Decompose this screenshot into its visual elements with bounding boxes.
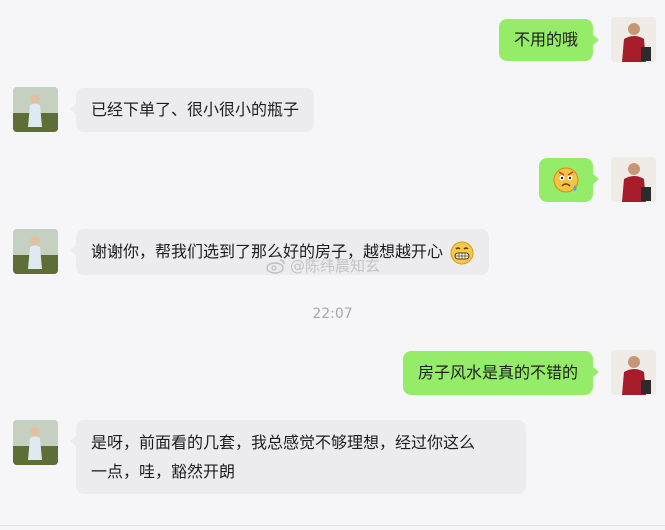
message-text: 不用的哦 bbox=[513, 30, 578, 49]
message-row: 是呀，前面看的几套，我总感觉不够理想，经过你这么 一点，哇，豁然开朗 bbox=[0, 420, 665, 494]
message-bubble[interactable]: 房子风水是真的不错的 bbox=[402, 351, 600, 395]
divider bbox=[0, 525, 665, 526]
message-bubble[interactable]: 不用的哦 bbox=[498, 19, 600, 61]
message-text: 已经下单了、很小很小的瓶子 bbox=[91, 100, 300, 119]
sticker-face-icon bbox=[553, 167, 579, 193]
avatar[interactable] bbox=[13, 420, 58, 465]
watermark-text: @陈纬晨知玄 bbox=[290, 257, 381, 275]
weibo-logo-icon bbox=[266, 258, 285, 274]
message-row bbox=[0, 157, 665, 203]
message-text-line: 是呀，前面看的几套，我总感觉不够理想，经过你这么 bbox=[91, 433, 476, 452]
message-row: 已经下单了、很小很小的瓶子 bbox=[0, 87, 665, 133]
chat-area: 不用的哦 已经下单了、很小很小的瓶子 谢谢你，帮我们选到了那么好的房子，越想越开… bbox=[0, 0, 665, 530]
avatar[interactable] bbox=[13, 87, 58, 132]
avatar[interactable] bbox=[611, 157, 656, 202]
message-bubble[interactable]: 是呀，前面看的几套，我总感觉不够理想，经过你这么 一点，哇，豁然开朗 bbox=[70, 420, 526, 494]
watermark: @陈纬晨知玄 bbox=[266, 255, 380, 276]
man-avatar-icon bbox=[611, 350, 656, 395]
woman-avatar-icon bbox=[13, 420, 58, 465]
message-text: 房子风水是真的不错的 bbox=[417, 363, 578, 382]
woman-avatar-icon bbox=[13, 229, 58, 274]
avatar[interactable] bbox=[611, 17, 656, 62]
message-bubble[interactable] bbox=[539, 158, 599, 202]
message-text-line: 一点，哇，豁然开朗 bbox=[91, 462, 236, 481]
avatar[interactable] bbox=[611, 350, 656, 395]
avatar[interactable] bbox=[13, 229, 58, 274]
timestamp: 22:07 bbox=[312, 306, 353, 322]
grin-face-icon bbox=[450, 241, 474, 264]
message-row: 不用的哦 bbox=[0, 17, 665, 63]
woman-avatar-icon bbox=[13, 87, 58, 132]
man-avatar-icon bbox=[611, 17, 656, 62]
man-avatar-icon bbox=[611, 157, 656, 202]
message-bubble[interactable]: 已经下单了、很小很小的瓶子 bbox=[69, 88, 315, 132]
message-row: 房子风水是真的不错的 bbox=[0, 350, 665, 396]
